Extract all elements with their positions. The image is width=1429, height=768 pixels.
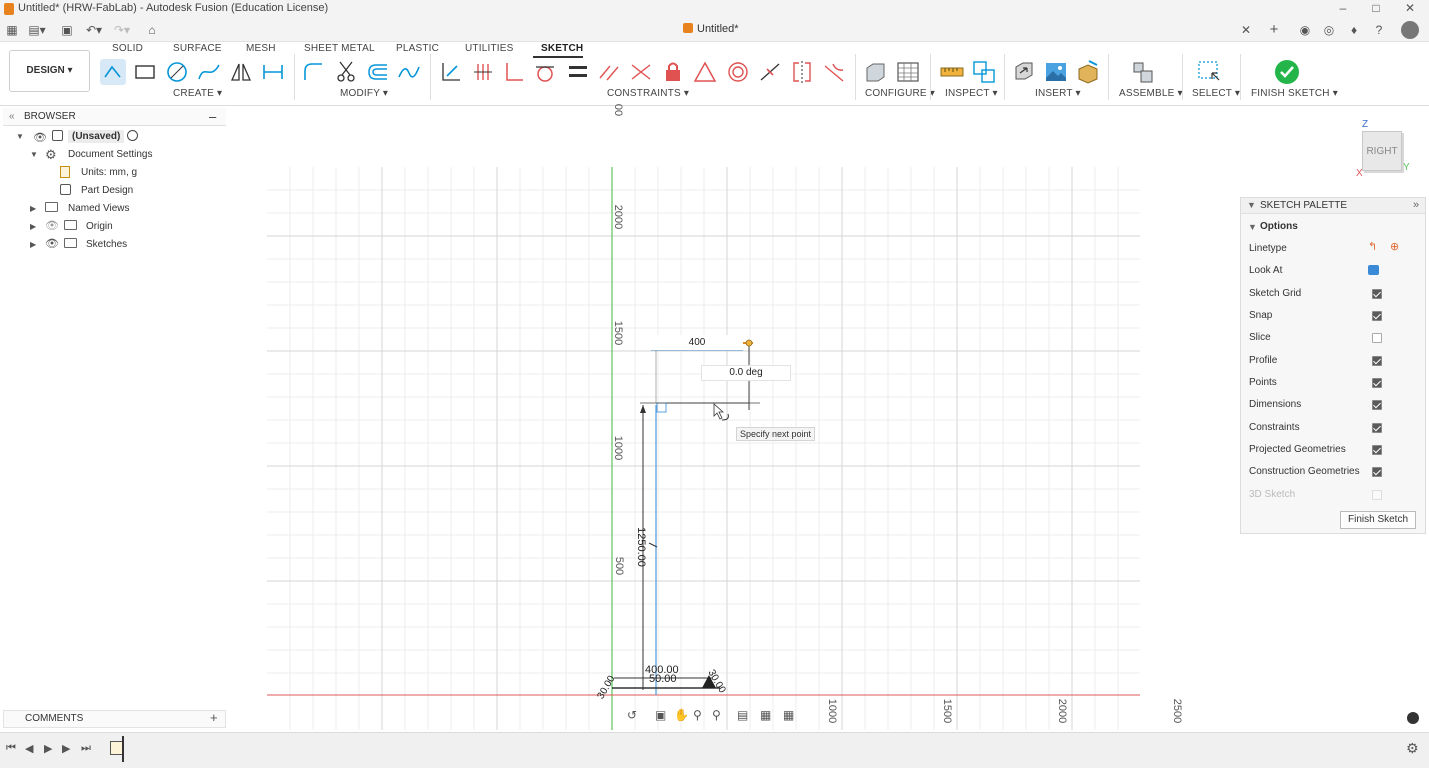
sketch-grid: [267, 167, 1140, 730]
text-commands-icon[interactable]: [1407, 712, 1419, 724]
inner-dimension[interactable]: 50.00: [649, 673, 677, 685]
option-look-at: Look At: [1249, 265, 1283, 276]
vertical-tick-label: 500: [613, 556, 626, 576]
fit-icon[interactable]: ⚲: [712, 708, 721, 722]
cursor-tooltip: Specify next point: [736, 427, 816, 441]
vertical-tick-label: 1500: [612, 320, 625, 346]
palette-title: SKETCH PALETTE: [1260, 200, 1348, 211]
look-at-nav-icon[interactable]: ▣: [655, 708, 666, 722]
palette-expand-icon[interactable]: »: [1413, 199, 1419, 211]
grid-snaps-icon[interactable]: ▦: [760, 708, 771, 722]
angle-input[interactable]: 0.0 deg: [701, 365, 791, 381]
step-back-icon[interactable]: ◀: [25, 742, 33, 755]
timeline-marker[interactable]: [122, 736, 124, 762]
option-sketch-grid: Sketch Grid: [1249, 288, 1302, 299]
finish-sketch-button[interactable]: Finish Sketch: [1340, 511, 1416, 529]
palette-header[interactable]: ▼ SKETCH PALETTE »: [1241, 198, 1425, 214]
construction-linetype-icon[interactable]: ↰: [1368, 240, 1377, 253]
option-projected-geometries: Projected Geometries: [1249, 444, 1346, 455]
options-collapse-icon[interactable]: ▼: [1248, 222, 1257, 232]
add-comment-icon[interactable]: +: [210, 710, 218, 726]
horizontal-tick-label: 2500: [1171, 698, 1184, 724]
navigation-bar: ↺ ▣ ✋ ⚲ ⚲ ▤ ▦ ▦: [624, 708, 810, 726]
option-constraints: Constraints: [1249, 422, 1300, 433]
step-forward-icon[interactable]: ▶: [62, 742, 70, 755]
option-profile: Profile: [1249, 355, 1278, 366]
sketch-grid-checkbox[interactable]: [1372, 289, 1382, 299]
zoom-icon[interactable]: ⚲: [693, 708, 702, 722]
timeline-settings-gear-icon[interactable]: ⚙: [1406, 740, 1419, 757]
go-to-end-icon[interactable]: ⏭: [81, 742, 91, 755]
centerline-linetype-icon[interactable]: ⊕: [1390, 240, 1399, 253]
vertical-tick-label: 2000: [612, 204, 625, 230]
viewcube-face[interactable]: RIGHT: [1362, 131, 1402, 171]
viewports-icon[interactable]: ▦: [783, 708, 794, 722]
3d-sketch-checkbox[interactable]: [1372, 490, 1382, 500]
height-dimension[interactable]: 1250.00: [635, 527, 647, 567]
projected-geometries-checkbox[interactable]: [1372, 445, 1382, 455]
display-settings-icon[interactable]: ▤: [737, 708, 748, 722]
construction-geometries-checkbox[interactable]: [1372, 467, 1382, 477]
sketch-palette: ▼ SKETCH PALETTE » ▼ Options Linetype ↰ …: [1240, 197, 1426, 534]
horizontal-tick-label: 1000: [826, 698, 839, 724]
comments-label: COMMENTS: [25, 713, 84, 724]
play-icon[interactable]: ▶: [44, 742, 52, 755]
viewcube-x-label: X: [1356, 168, 1363, 179]
constraints-checkbox[interactable]: [1372, 423, 1382, 433]
timeline: ⏮ ◀ ▶ ▶ ⏭ ⚙: [0, 732, 1429, 768]
palette-collapse-icon[interactable]: ▼: [1247, 200, 1256, 210]
length-input[interactable]: 400: [651, 335, 743, 350]
dimensions-checkbox[interactable]: [1372, 400, 1382, 410]
points-checkbox[interactable]: [1372, 378, 1382, 388]
horizontal-tick-label: 2000: [1056, 698, 1069, 724]
horizontal-tick-label: 1500: [941, 698, 954, 724]
viewcube-z-label: Z: [1362, 119, 1369, 130]
option-construction-geometries: Construction Geometries: [1249, 466, 1360, 477]
option-points: Points: [1249, 377, 1277, 388]
sketch-canvas[interactable]: [0, 0, 1429, 768]
option-snap: Snap: [1249, 310, 1273, 321]
profile-checkbox[interactable]: [1372, 356, 1382, 366]
pan-hand-icon[interactable]: ✋: [674, 708, 689, 722]
vertical-tick-label: 00: [612, 103, 625, 117]
slice-checkbox[interactable]: [1372, 333, 1382, 343]
option-linetype: Linetype: [1249, 243, 1287, 254]
viewcube-y-label: Y: [1403, 162, 1410, 173]
go-to-start-icon[interactable]: ⏮: [6, 742, 16, 755]
option-dimensions: Dimensions: [1249, 399, 1302, 410]
option-slice: Slice: [1249, 332, 1271, 343]
look-at-icon[interactable]: [1368, 265, 1379, 275]
orbit-icon[interactable]: ↺: [627, 708, 637, 722]
option-3d-sketch: 3D Sketch: [1249, 489, 1296, 500]
comments-panel[interactable]: COMMENTS +: [3, 710, 226, 728]
options-section-title: Options: [1260, 221, 1298, 232]
snap-checkbox[interactable]: [1372, 311, 1382, 321]
vertical-tick-label: 1000: [612, 435, 625, 461]
